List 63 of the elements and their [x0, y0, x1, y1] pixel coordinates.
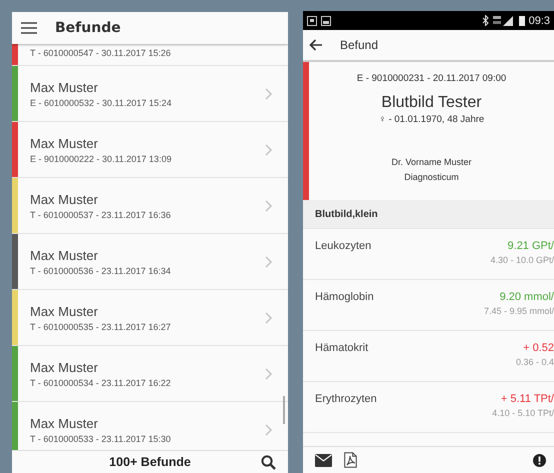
- patient-name: Max Muster: [30, 248, 99, 262]
- chevron-icon: [265, 256, 272, 268]
- test-name: Hämoglobin: [315, 291, 374, 305]
- chevron-icon: [265, 368, 272, 380]
- report-id-line: T - 6010000536 - 23.11.2017 16:34: [30, 266, 172, 276]
- patient-name: Max Muster: [30, 136, 99, 150]
- report-list-item[interactable]: Max Muster E - 6010000532 - 30.11.2017 15:24: [12, 66, 288, 122]
- clock: 09:3: [528, 14, 550, 26]
- image-icon: [321, 16, 331, 26]
- chevron-icon: [265, 144, 272, 156]
- report-id-line: T - 6010000537 - 23.11.2017 16:36: [30, 210, 172, 220]
- report-id-line: T - 6010000535 - 23.11.2017 16:27: [30, 322, 172, 332]
- screen-title: Befund: [340, 38, 378, 52]
- test-name: Hämatokrit: [315, 342, 368, 356]
- test-name: Erythrozyten: [315, 393, 377, 407]
- lab-name: Diagnosticum: [404, 172, 459, 182]
- signal-icon: [492, 15, 515, 26]
- report-list-item[interactable]: T - 6010000547 - 30.11.2017 15:26: [12, 44, 288, 66]
- notification-icon: [307, 16, 317, 26]
- report-id-line: E - 6010000532 - 30.11.2017 15:24: [30, 98, 172, 108]
- doctor-name: Dr. Vorname Muster: [391, 157, 472, 167]
- report-list-item[interactable]: Max Muster T - 6010000536 - 23.11.2017 16:34: [12, 234, 288, 290]
- scrollbar: [283, 396, 285, 424]
- reference-range: 4.30 - 10.0 GPt/: [490, 255, 554, 265]
- patient-name: Max Muster: [30, 360, 99, 374]
- report-count: 100+ Befunde: [109, 455, 191, 469]
- chevron-icon: [265, 312, 272, 324]
- section-title: Blutbild,klein: [315, 209, 378, 220]
- mail-icon[interactable]: [315, 454, 332, 466]
- report-id-line: T - 6010000533 - 23.11.2017 15:30: [30, 434, 172, 444]
- patient-name: Max Muster: [30, 192, 99, 206]
- report-list-item[interactable]: Max Muster T - 6010000537 - 23.11.2017 16:36: [12, 178, 288, 234]
- report-list-item[interactable]: Max Muster T - 6010000534 - 23.11.2017 16:22: [12, 346, 288, 402]
- report-id-line: T - 6010000547 - 30.11.2017 15:26: [30, 48, 172, 58]
- battery-icon: [518, 15, 525, 26]
- report-id-line: E - 9010000222 - 30.11.2017 13:09: [30, 154, 172, 164]
- bluetooth-icon: [482, 15, 489, 26]
- chevron-icon: [265, 200, 272, 212]
- test-name: Leukozyten: [315, 240, 372, 254]
- screen-title: Befunde: [55, 20, 121, 36]
- test-value: 9.20 mmol/: [500, 291, 554, 303]
- patient-name: Max Muster: [30, 80, 99, 94]
- report-id-line: E - 9010000231 - 20.11.2017 09:00: [356, 73, 506, 84]
- chevron-icon: [265, 424, 272, 436]
- pdf-icon[interactable]: [344, 452, 357, 468]
- alert-icon[interactable]: [533, 454, 546, 466]
- report-title: Blutbild Tester: [381, 94, 482, 112]
- reference-range: 4.10 - 5.10 TPt/: [492, 408, 554, 418]
- test-value: 9.21 GPt/: [508, 240, 554, 252]
- patient-name: Max Muster: [30, 416, 99, 430]
- patient-info: ♀ - 01.01.1970, 48 Jahre: [378, 114, 484, 125]
- patient-name: Max Muster: [30, 304, 99, 318]
- report-list-item[interactable]: Max Muster E - 9010000222 - 30.11.2017 13:09: [12, 122, 288, 178]
- report-id-line: T - 6010000534 - 23.11.2017 16:22: [30, 378, 172, 388]
- chevron-icon: [265, 88, 272, 100]
- reference-range: 0.36 - 0.4: [516, 357, 554, 367]
- reference-range: 7.45 - 9.95 mmol/: [484, 306, 554, 316]
- test-value: + 0.52: [523, 342, 554, 354]
- test-value: + 5.11 TPt/: [500, 393, 554, 405]
- back-arrow-icon[interactable]: [309, 39, 322, 51]
- search-icon[interactable]: [261, 455, 276, 470]
- menu-icon[interactable]: [21, 22, 37, 34]
- report-list-item[interactable]: Max Muster T - 6010000535 - 23.11.2017 16:27: [12, 290, 288, 346]
